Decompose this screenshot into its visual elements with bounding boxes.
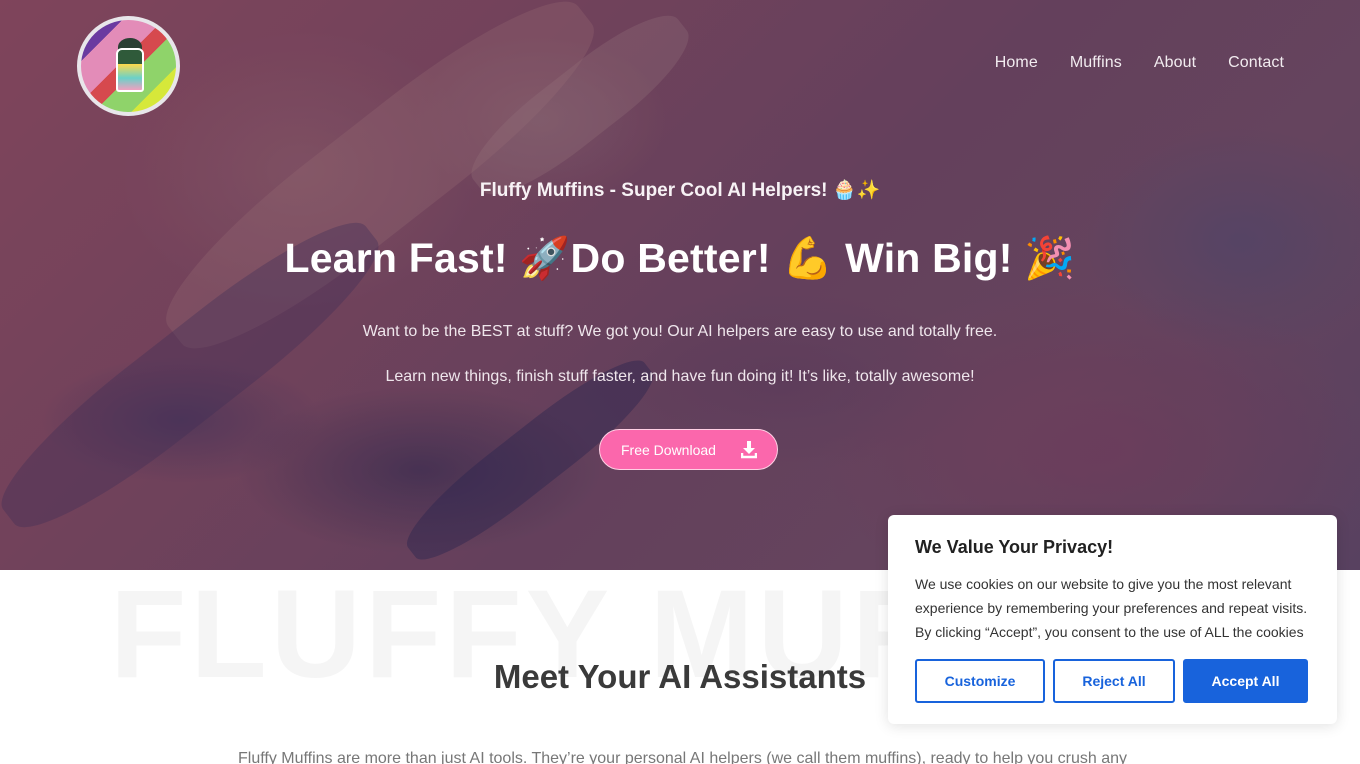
hero-paragraph: Learn new things, finish stuff faster, a… — [385, 368, 975, 385]
site-logo[interactable] — [77, 16, 180, 116]
section-text: Fluffy Muffins are more than just AI too… — [238, 750, 1128, 764]
logo-muffin-cup — [116, 48, 144, 92]
nav-muffins[interactable]: Muffins — [1070, 54, 1122, 72]
hero-section: Home Muffins About Contact Fluffy Muffin… — [0, 0, 1360, 570]
nav-contact[interactable]: Contact — [1228, 54, 1284, 72]
hero-tagline: Fluffy Muffins - Super Cool AI Helpers! … — [479, 180, 881, 201]
free-download-label: Free Download — [621, 441, 716, 458]
cookie-body: We use cookies on our website to give yo… — [915, 576, 1308, 640]
free-download-button[interactable]: Free Download — [599, 429, 778, 470]
nav-about[interactable]: About — [1154, 54, 1196, 72]
main-nav: Home Muffins About Contact — [995, 54, 1284, 72]
cookie-title: We Value Your Privacy! — [915, 537, 1114, 557]
page: Home Muffins About Contact Fluffy Muffin… — [0, 0, 1360, 764]
accept-all-button[interactable]: Accept All — [1183, 659, 1308, 703]
reject-all-button[interactable]: Reject All — [1053, 659, 1175, 703]
hero-headline: Learn Fast! 🚀Do Better! 💪 Win Big! 🎉 — [284, 235, 1076, 281]
hero-overlay — [0, 0, 1360, 570]
customize-button[interactable]: Customize — [915, 659, 1045, 703]
download-icon — [740, 441, 758, 459]
nav-home[interactable]: Home — [995, 54, 1038, 72]
cookie-actions: Customize Reject All Accept All — [915, 659, 1308, 703]
hero-paragraph: Want to be the BEST at stuff? We got you… — [362, 323, 998, 340]
cookie-consent-banner: We Value Your Privacy! We use cookies on… — [888, 515, 1337, 724]
